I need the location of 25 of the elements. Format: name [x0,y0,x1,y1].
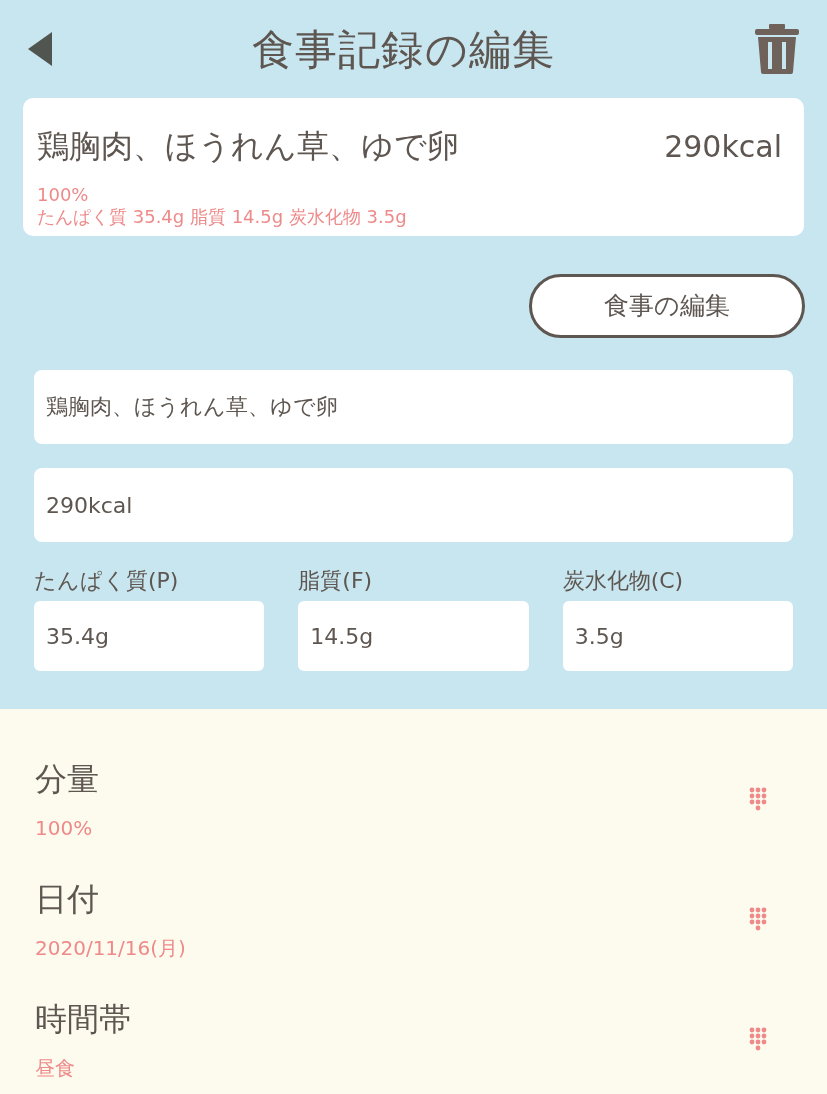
text-field[interactable]: 鶏胸肉、ほうれん草、ゆで卵 [34,370,793,444]
setting-label: 日付 [35,879,100,920]
trash-icon[interactable] [755,24,799,74]
meal-calories: 290kcal [664,127,782,166]
setting-value: 100% [35,815,94,842]
keypad-icon[interactable] [748,906,768,932]
setting-value: 2020/11/16(月) [35,935,186,962]
macro-field[interactable]: 14.5g [298,601,529,671]
setting-value: 昼食 [35,1055,76,1082]
macro-field[interactable]: 35.4g [34,601,265,671]
meal-portion: 100% [37,184,90,206]
macro-label: 脂質(F) [298,567,374,595]
keypad-icon[interactable] [748,786,768,812]
macro-field[interactable]: 3.5g [562,601,793,671]
macro-label: たんぱく質(P) [34,567,180,595]
setting-label: 分量 [35,759,99,800]
meal-nutrients: たんぱく質 35.4g 脂質 14.5g 炭水化物 3.5g [37,206,408,228]
page-title: 食事記録の編集 [252,23,555,76]
edit-meal-button[interactable]: 食事の編集 [529,274,805,338]
back-icon[interactable] [28,32,52,66]
text-field[interactable]: 290kcal [34,468,793,542]
meal-name: 鶏胸肉、ほうれん草、ゆで卵 [37,126,459,167]
macro-label: 炭水化物(C) [562,567,685,595]
setting-label: 時間帯 [35,999,131,1040]
keypad-icon[interactable] [748,1026,768,1052]
